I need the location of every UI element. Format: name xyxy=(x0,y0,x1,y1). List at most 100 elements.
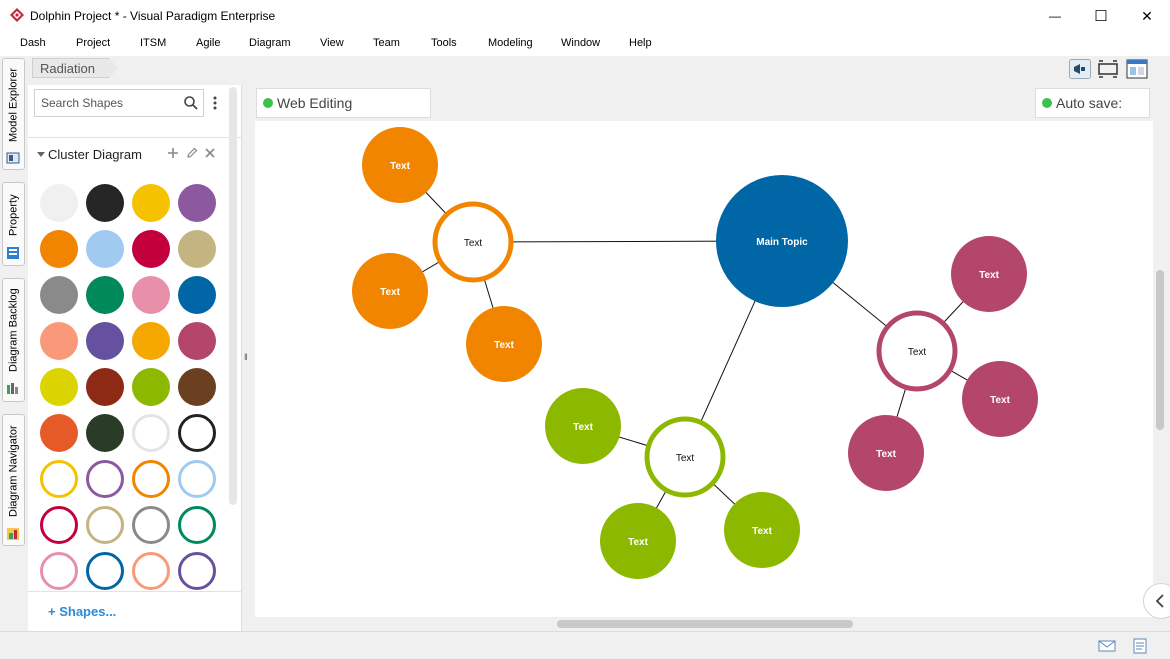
menu-team[interactable]: Team xyxy=(373,37,400,49)
status-dot xyxy=(263,98,273,108)
chevron-left-icon xyxy=(1155,594,1164,608)
diagram-backlog-icon xyxy=(7,383,18,394)
swatch-ring[interactable] xyxy=(178,552,216,590)
palette-scrollbar[interactable] xyxy=(229,87,237,505)
child-topic-node[interactable]: Text xyxy=(466,306,542,382)
tab-model-explorer-label: Model Explorer xyxy=(7,68,20,142)
swatch-fill[interactable] xyxy=(178,368,216,406)
window-title: Dolphin Project * - Visual Paradigm Ente… xyxy=(30,9,276,23)
tab-diagram-navigator[interactable]: Diagram Navigator xyxy=(2,414,25,546)
child-topic-node[interactable]: Text xyxy=(352,253,428,329)
autosave-chip[interactable]: Auto save: On xyxy=(1035,88,1150,139)
child-topic-node[interactable]: Text xyxy=(962,361,1038,437)
child-topic-node[interactable]: Text xyxy=(848,415,924,491)
swatch-fill[interactable] xyxy=(132,322,170,360)
swatch-ring[interactable] xyxy=(86,552,124,590)
swatch-fill[interactable] xyxy=(178,322,216,360)
swatch-ring[interactable] xyxy=(132,552,170,590)
minimize-button[interactable]: — xyxy=(1032,0,1078,32)
diagram-canvas[interactable]: Text Text Text Text Text Text Text Text Text Text… xyxy=(255,121,1153,617)
swatch-ring[interactable] xyxy=(86,506,124,544)
remove-icon[interactable] xyxy=(203,146,217,160)
announcement-icon[interactable] xyxy=(1069,59,1091,79)
menu-itsm[interactable]: ITSM xyxy=(140,37,166,49)
swatch-fill[interactable] xyxy=(40,368,78,406)
hub-topic-node[interactable]: Text xyxy=(644,416,726,498)
maximize-button[interactable]: ☐ xyxy=(1078,0,1124,32)
swatch-fill[interactable] xyxy=(86,368,124,406)
menu-dash[interactable]: Dash xyxy=(20,37,46,49)
add-icon[interactable] xyxy=(166,146,180,160)
swatch-ring[interactable] xyxy=(40,460,78,498)
chevron-down-icon[interactable] xyxy=(36,149,46,159)
mail-icon[interactable] xyxy=(1098,638,1116,654)
note-icon[interactable] xyxy=(1131,638,1149,654)
fit-diagram-icon[interactable] xyxy=(1097,59,1119,79)
swatch-ring[interactable] xyxy=(178,414,216,452)
breadcrumb-arrow xyxy=(109,58,118,78)
swatch-fill[interactable] xyxy=(132,276,170,314)
swatch-fill[interactable] xyxy=(40,322,78,360)
swatch-ring[interactable] xyxy=(132,414,170,452)
main-topic-node[interactable]: Main Topic xyxy=(716,175,848,307)
swatch-fill[interactable] xyxy=(40,276,78,314)
swatch-fill[interactable] xyxy=(40,230,78,268)
hub-topic-node-label: Text xyxy=(464,238,483,249)
child-topic-node-label: Text xyxy=(390,161,410,172)
child-topic-node[interactable]: Text xyxy=(545,388,621,464)
cluster-diagram-group-header[interactable]: Cluster Diagram xyxy=(28,144,241,164)
swatch-fill[interactable] xyxy=(132,184,170,222)
menu-help[interactable]: Help xyxy=(629,37,652,49)
swatch-ring[interactable] xyxy=(132,506,170,544)
child-topic-node-label: Text xyxy=(990,395,1010,406)
menu-project[interactable]: Project xyxy=(76,37,110,49)
hub-topic-node[interactable]: Text xyxy=(432,201,514,283)
swatch-fill[interactable] xyxy=(132,230,170,268)
menu-diagram[interactable]: Diagram xyxy=(249,37,291,49)
more-options-icon[interactable] xyxy=(212,95,218,111)
swatch-fill[interactable] xyxy=(86,414,124,452)
menu-modeling[interactable]: Modeling xyxy=(488,37,533,49)
tab-diagram-backlog-label: Diagram Backlog xyxy=(7,288,20,372)
close-button[interactable]: ✕ xyxy=(1124,0,1170,32)
vertical-scrollbar[interactable] xyxy=(1156,270,1164,430)
tab-property[interactable]: Property xyxy=(2,182,25,266)
splitter-grip[interactable]: ‖ xyxy=(244,352,248,362)
swatch-fill[interactable] xyxy=(86,184,124,222)
shapes-link[interactable]: + Shapes... xyxy=(48,604,116,619)
tab-diagram-backlog[interactable]: Diagram Backlog xyxy=(2,278,25,402)
menu-agile[interactable]: Agile xyxy=(196,37,220,49)
menu-window[interactable]: Window xyxy=(561,37,600,49)
swatch-fill[interactable] xyxy=(86,230,124,268)
hub-topic-node[interactable]: Text xyxy=(876,310,958,392)
swatch-ring[interactable] xyxy=(178,460,216,498)
swatch-ring[interactable] xyxy=(132,460,170,498)
swatch-ring[interactable] xyxy=(178,506,216,544)
edit-icon[interactable] xyxy=(185,146,199,160)
swatch-fill[interactable] xyxy=(178,276,216,314)
swatch-fill[interactable] xyxy=(178,230,216,268)
swatch-fill[interactable] xyxy=(132,368,170,406)
tab-model-explorer[interactable]: Model Explorer xyxy=(2,58,25,170)
child-topic-node[interactable]: Text xyxy=(600,503,676,579)
child-topic-node[interactable]: Text xyxy=(951,236,1027,312)
child-topic-node[interactable]: Text xyxy=(362,127,438,203)
child-topic-node[interactable]: Text xyxy=(724,492,800,568)
breadcrumb-item[interactable]: Radiation xyxy=(32,58,110,78)
swatch-fill[interactable] xyxy=(40,184,78,222)
menu-tools[interactable]: Tools xyxy=(431,37,457,49)
swatch-fill[interactable] xyxy=(178,184,216,222)
swatch-fill[interactable] xyxy=(40,414,78,452)
swatch-fill[interactable] xyxy=(86,322,124,360)
swatch-ring[interactable] xyxy=(86,460,124,498)
horizontal-scrollbar[interactable] xyxy=(557,620,853,628)
swatch-ring[interactable] xyxy=(40,552,78,590)
search-icon[interactable] xyxy=(183,95,199,111)
collapse-panel-button[interactable] xyxy=(1143,583,1170,619)
swatch-fill[interactable] xyxy=(86,276,124,314)
layout-icon[interactable] xyxy=(1126,59,1148,79)
menu-view[interactable]: View xyxy=(320,37,344,49)
web-editing-chip[interactable]: Web Editing Experience xyxy=(256,88,431,139)
swatch-ring[interactable] xyxy=(40,506,78,544)
search-input[interactable] xyxy=(41,96,181,110)
